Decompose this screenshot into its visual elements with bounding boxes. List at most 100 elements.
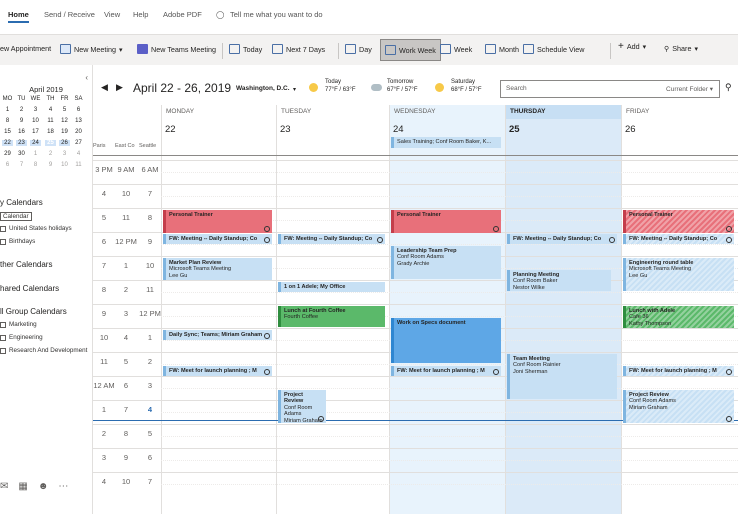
month-view-button[interactable]: Month <box>485 44 519 54</box>
mini-calendar-day[interactable]: 9 <box>45 162 56 168</box>
mini-calendar-day[interactable]: 11 <box>45 118 56 124</box>
calendar-event[interactable]: FW: Meeting -- Daily Standup; Co <box>278 234 385 245</box>
day-header[interactable]: TUESDAY <box>276 105 389 119</box>
mini-calendar-day[interactable]: 1 <box>30 151 41 157</box>
today-button[interactable]: Today <box>229 44 262 54</box>
schedule-view-button[interactable]: Schedule View <box>523 44 584 54</box>
day-number[interactable]: 22 <box>161 124 176 135</box>
calendar-item-us-holidays[interactable]: United States holidays <box>0 225 72 232</box>
mini-calendar-day[interactable]: 11 <box>73 162 84 168</box>
mini-calendar-day[interactable]: 27 <box>73 140 84 146</box>
previous-arrow-icon[interactable]: ◀ <box>101 82 108 93</box>
mini-calendar-day[interactable]: 18 <box>45 129 56 135</box>
calendar-event[interactable]: Personal Trainer <box>391 210 501 234</box>
shared-calendars-header[interactable]: hared Calendars <box>0 284 59 293</box>
week-view-button[interactable]: Week <box>440 44 472 54</box>
calendar-event[interactable]: Planning Meeting Conf Room Baker Nestor Wi… <box>507 270 611 291</box>
calendar-event[interactable]: Engineering round table Microsoft Teams M… <box>623 258 734 291</box>
calendar-event[interactable]: FW: Meeting -- Daily Standup; Co <box>163 234 272 245</box>
checkbox[interactable] <box>0 225 6 232</box>
calendar-event[interactable]: Lunch at Fourth Coffee Fourth Coffee <box>278 306 385 327</box>
mini-calendar-day[interactable]: 6 <box>2 162 13 168</box>
mail-icon[interactable]: ✉ <box>0 481 8 492</box>
mini-calendar-day[interactable]: 13 <box>73 118 84 124</box>
calendar-event[interactable]: FW: Meet for launch planning ; M <box>391 366 501 377</box>
day-number[interactable]: 23 <box>276 124 291 135</box>
calendar-icon[interactable]: ▦ <box>18 481 27 492</box>
new-meeting-button[interactable]: New Meeting ▾ <box>60 44 123 54</box>
tab-send-receive[interactable]: Send / Receive <box>44 10 95 19</box>
mini-calendar-day[interactable]: 7 <box>16 162 27 168</box>
mini-calendar-day[interactable]: 30 <box>16 151 27 157</box>
calendar-event[interactable]: Work on Specs document <box>391 318 501 363</box>
calendar-item-research[interactable]: Research And Development <box>0 347 87 354</box>
day-number[interactable]: 26 <box>621 124 636 135</box>
more-icon[interactable]: ⋯ <box>58 481 68 492</box>
calendar-item-marketing[interactable]: Marketing <box>0 321 37 328</box>
all-day-event[interactable]: Sales Training; Conf Room Baker, K... <box>391 137 501 148</box>
mini-calendar-day[interactable]: 26 <box>59 140 70 146</box>
people-icon[interactable]: ☻ <box>38 481 49 492</box>
location-dropdown-icon[interactable]: ▾ <box>293 86 296 93</box>
day-header[interactable]: WEDNESDAY <box>389 105 505 119</box>
calendar-event[interactable]: Lunch with Adele Cafe 36 Kathy Thompson <box>623 306 734 329</box>
mini-calendar-day[interactable]: 10 <box>59 162 70 168</box>
mini-calendar-day[interactable]: 5 <box>59 107 70 113</box>
next-arrow-icon[interactable]: ▶ <box>116 82 123 93</box>
search-input[interactable]: Search Current Folder ▾ <box>500 80 720 98</box>
mini-calendar-day[interactable]: 8 <box>2 118 13 124</box>
new-appointment-button[interactable]: ew Appointment <box>0 44 51 53</box>
mini-calendar-day[interactable]: 23 <box>16 140 27 146</box>
mini-calendar-day[interactable]: 1 <box>2 107 13 113</box>
tab-view[interactable]: View <box>104 10 120 19</box>
calendar-event[interactable]: 1 on 1 Adele; My Office <box>278 282 385 293</box>
calendar-event[interactable]: FW: Meet for launch planning ; M <box>163 366 272 377</box>
calendar-item-birthdays[interactable]: Birthdays <box>0 238 35 245</box>
calendar-event[interactable]: Project Review Conf Room Adams Miriam Graha… <box>278 390 326 423</box>
mini-calendar-day[interactable]: 12 <box>59 118 70 124</box>
calendar-event[interactable]: Daily Sync; Teams; Miriam Graham <box>163 330 272 341</box>
calendar-event[interactable]: FW: Meeting -- Daily Standup; Co <box>623 234 734 245</box>
checkbox[interactable] <box>0 347 6 354</box>
other-calendars-header[interactable]: ther Calendars <box>0 260 52 269</box>
checkbox[interactable] <box>0 321 6 328</box>
tab-home[interactable]: Home <box>8 10 29 23</box>
mini-calendar-day[interactable]: 19 <box>59 129 70 135</box>
mini-calendar-day[interactable]: 10 <box>30 118 41 124</box>
mini-calendar-day[interactable]: 24 <box>30 140 41 146</box>
group-calendars-header[interactable]: ll Group Calendars <box>0 307 67 316</box>
weather-location[interactable]: Washington, D.C. <box>236 85 290 92</box>
day-number[interactable]: 24 <box>389 124 404 135</box>
tab-adobe-pdf[interactable]: Adobe PDF <box>163 10 202 19</box>
calendar-event[interactable]: FW: Meet for launch planning ; M <box>623 366 734 377</box>
next-7-days-button[interactable]: Next 7 Days <box>272 44 325 54</box>
mini-calendar-day[interactable]: 4 <box>73 151 84 157</box>
calendar-item-engineering[interactable]: Engineering <box>0 334 43 341</box>
mini-calendar-day[interactable]: 15 <box>2 129 13 135</box>
mini-calendar-day[interactable]: 22 <box>2 140 13 146</box>
mini-calendar-day[interactable]: 3 <box>59 151 70 157</box>
calendar-event[interactable]: Personal Trainer <box>163 210 272 234</box>
day-header[interactable]: MONDAY <box>161 105 276 119</box>
my-calendars-header[interactable]: y Calendars <box>0 198 43 207</box>
calendar-event[interactable]: Team Meeting Conf Room Rainier Joni Sherma… <box>507 354 617 399</box>
day-view-button[interactable]: Day <box>345 44 372 54</box>
tab-help[interactable]: Help <box>133 10 148 19</box>
calendar-event[interactable]: Leadership Team Prep Conf Room Adams Grady… <box>391 246 501 279</box>
mini-calendar-day[interactable]: 17 <box>30 129 41 135</box>
calendar-event[interactable]: Project Review Conf Room Adams Miriam Grah… <box>623 390 734 423</box>
mini-calendar-day[interactable]: 20 <box>73 129 84 135</box>
calendar-event[interactable]: FW: Meeting -- Daily Standup; Co <box>507 234 617 245</box>
mini-calendar-day[interactable]: 8 <box>30 162 41 168</box>
calendar-event[interactable]: Personal Trainer <box>623 210 734 234</box>
tell-me-search[interactable]: Tell me what you want to do <box>230 10 323 19</box>
day-number[interactable]: 25 <box>505 124 520 135</box>
day-header[interactable]: THURSDAY <box>505 105 621 119</box>
day-header[interactable]: FRIDAY <box>621 105 738 119</box>
add-calendar-button[interactable]: + Add ▾ <box>618 41 646 52</box>
mini-calendar-day[interactable]: 2 <box>45 151 56 157</box>
mini-calendar-day[interactable]: 4 <box>45 107 56 113</box>
mini-calendar-day[interactable]: 9 <box>16 118 27 124</box>
share-calendar-button[interactable]: ⚲ Share ▾ <box>664 44 698 53</box>
collapse-pane-icon[interactable]: ‹ <box>85 73 88 82</box>
